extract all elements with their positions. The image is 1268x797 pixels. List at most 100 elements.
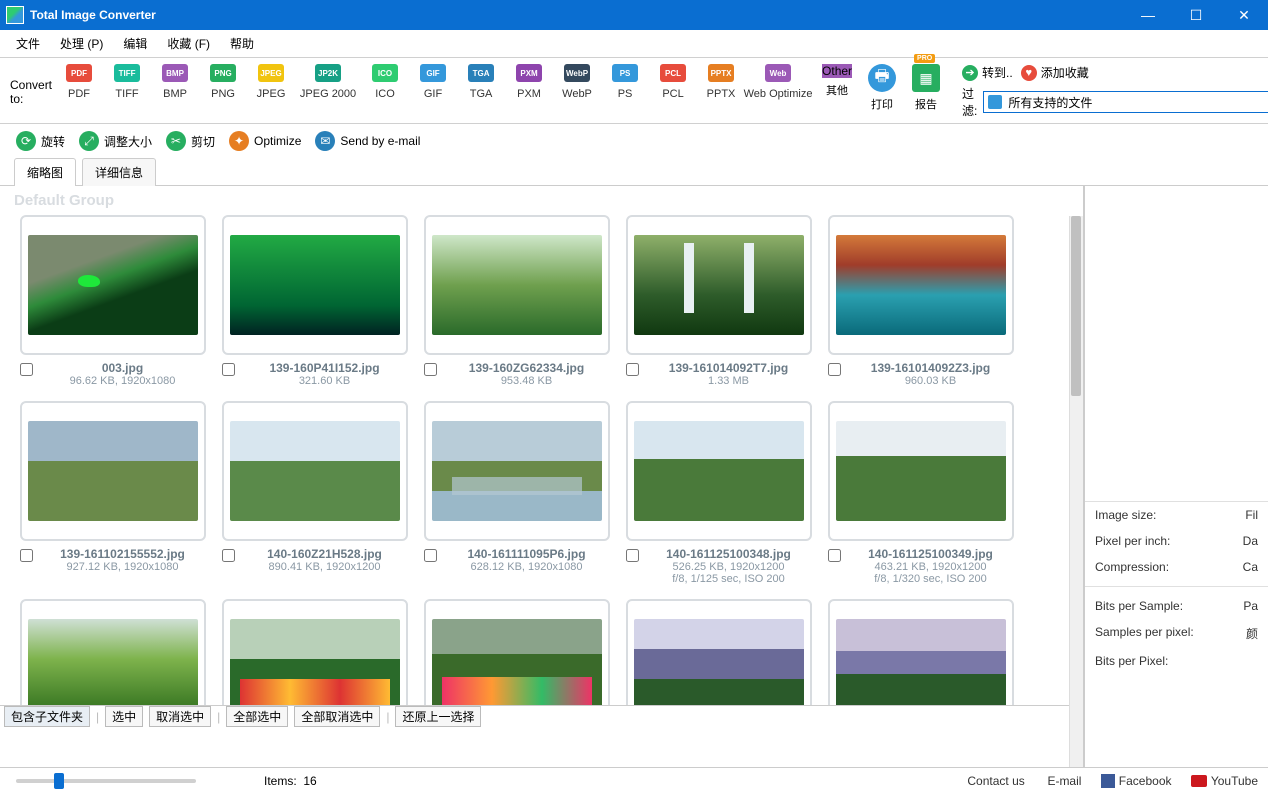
thumbnail-item[interactable]: 140-161125100349.jpg463.21 KB, 1920x1200…: [828, 401, 1014, 585]
format-web-optimize[interactable]: WebWeb Optimize: [750, 64, 806, 100]
thumbnail-item[interactable]: 003.jpg96.62 KB, 1920x1080: [20, 215, 206, 387]
youtube-link[interactable]: YouTube: [1191, 774, 1258, 788]
uncheck-button[interactable]: 取消选中: [149, 706, 211, 727]
thumbnail-item[interactable]: 140-161125100348.jpg526.25 KB, 1920x1200…: [626, 401, 812, 585]
format-badge-icon: PXM: [516, 64, 542, 82]
thumbnail-item[interactable]: 139-161014092Z3.jpg960.03 KB: [828, 215, 1014, 387]
thumbnail-filename: 139-160ZG62334.jpg: [443, 361, 610, 375]
thumbnail-filename: 139-161014092T7.jpg: [645, 361, 812, 375]
thumbnail-checkbox[interactable]: [222, 549, 235, 562]
goto-button[interactable]: ➔转到..: [962, 64, 1013, 81]
thumbnail-item[interactable]: [20, 599, 206, 705]
add-favorite-button[interactable]: ♥添加收藏: [1021, 64, 1089, 81]
send-email-button[interactable]: ✉Send by e-mail: [315, 131, 420, 151]
slider-knob[interactable]: [54, 773, 64, 789]
thumbnail-filename: 139-161014092Z3.jpg: [847, 361, 1014, 375]
filter-dropdown[interactable]: 所有支持的文件 ⌄: [983, 91, 1268, 113]
tab-thumbnails[interactable]: 缩略图: [14, 158, 76, 186]
menu-edit[interactable]: 编辑: [113, 31, 157, 56]
format-pcl[interactable]: PCLPCL: [654, 64, 692, 100]
resize-icon: ⤢: [79, 131, 99, 151]
report-button[interactable]: PRO▦ 报告: [912, 64, 940, 112]
zoom-slider[interactable]: [16, 779, 196, 783]
print-button[interactable]: 🖶 打印: [868, 64, 896, 112]
other-icon: Other: [822, 64, 852, 78]
thumbnail-image: [836, 235, 1006, 335]
thumbnail-meta: 96.62 KB, 1920x1080: [39, 375, 206, 387]
menu-process[interactable]: 处理 (P): [50, 31, 113, 56]
thumbnail-grid: 003.jpg96.62 KB, 1920x1080139-160P41I152…: [0, 215, 1083, 705]
thumbnail-item[interactable]: 139-160P41I152.jpg321.60 KB: [222, 215, 408, 387]
thumbnails-panel: Default Group 003.jpg96.62 KB, 1920x1080…: [0, 186, 1084, 767]
scrollbar[interactable]: [1069, 216, 1083, 767]
thumbnail-meta: 953.48 KB: [443, 375, 610, 387]
format-jpeg-2000[interactable]: JP2KJPEG 2000: [300, 64, 356, 100]
format-webp[interactable]: WebPWebP: [558, 64, 596, 100]
rotate-button[interactable]: ⟳旋转: [16, 131, 65, 151]
close-button[interactable]: ✕: [1220, 0, 1268, 30]
format-gif[interactable]: GIFGIF: [414, 64, 452, 100]
format-pdf[interactable]: PDFPDF: [60, 64, 98, 100]
format-ps[interactable]: PSPS: [606, 64, 644, 100]
thumbnail-checkbox[interactable]: [20, 549, 33, 562]
items-label: Items:: [264, 774, 297, 788]
thumbnail-checkbox[interactable]: [828, 549, 841, 562]
thumbnail-item[interactable]: 140-161111095P6.jpg628.12 KB, 1920x1080: [424, 401, 610, 585]
format-tga[interactable]: TGATGA: [462, 64, 500, 100]
thumbnail-checkbox[interactable]: [626, 363, 639, 376]
format-label: TGA: [470, 88, 493, 100]
thumbnail-checkbox[interactable]: [20, 363, 33, 376]
include-subfolders-toggle[interactable]: 包含子文件夹: [4, 706, 90, 727]
thumbnail-frame: [20, 599, 206, 705]
resize-button[interactable]: ⤢调整大小: [79, 131, 152, 151]
thumbnail-checkbox[interactable]: [424, 549, 437, 562]
rotate-icon: ⟳: [16, 131, 36, 151]
check-button[interactable]: 选中: [105, 706, 143, 727]
format-jpeg[interactable]: JPEGJPEG: [252, 64, 290, 100]
restore-selection-button[interactable]: 还原上一选择: [395, 706, 481, 727]
minimize-button[interactable]: —: [1124, 0, 1172, 30]
email-link[interactable]: E-mail: [1047, 774, 1081, 788]
other-button[interactable]: Other 其他: [822, 64, 852, 98]
uncheck-all-button[interactable]: 全部取消选中: [294, 706, 380, 727]
thumbnail-checkbox[interactable]: [222, 363, 235, 376]
format-png[interactable]: PNGPNG: [204, 64, 242, 100]
format-label: PS: [618, 88, 633, 100]
format-tiff[interactable]: TIFFTIFF: [108, 64, 146, 100]
maximize-button[interactable]: ☐: [1172, 0, 1220, 30]
thumbnail-item[interactable]: [828, 599, 1014, 705]
send-email-label: Send by e-mail: [340, 134, 420, 148]
thumbnail-frame: [828, 401, 1014, 541]
thumbnail-item[interactable]: [424, 599, 610, 705]
contact-link[interactable]: Contact us: [967, 774, 1024, 788]
optimize-button[interactable]: ✦Optimize: [229, 131, 301, 151]
format-pptx[interactable]: PPTXPPTX: [702, 64, 740, 100]
crop-button[interactable]: ✂剪切: [166, 131, 215, 151]
crop-label: 剪切: [191, 133, 215, 150]
thumbnail-checkbox[interactable]: [626, 549, 639, 562]
thumbnail-filename: 140-160Z21H528.jpg: [241, 547, 408, 561]
thumbnail-checkbox[interactable]: [828, 363, 841, 376]
format-toolbar: Convert to: PDFPDFTIFFTIFFBMPBMPPNGPNGJP…: [0, 58, 1268, 124]
thumbnail-item[interactable]: 140-160Z21H528.jpg890.41 KB, 1920x1200: [222, 401, 408, 585]
thumbnail-item[interactable]: 139-160ZG62334.jpg953.48 KB: [424, 215, 610, 387]
format-ico[interactable]: ICOICO: [366, 64, 404, 100]
tab-details[interactable]: 详细信息: [82, 158, 156, 186]
thumbnail-item[interactable]: [626, 599, 812, 705]
thumbnail-item[interactable]: 139-161102155552.jpg927.12 KB, 1920x1080: [20, 401, 206, 585]
thumbnail-meta: 1.33 MB: [645, 375, 812, 387]
thumbnail-checkbox[interactable]: [424, 363, 437, 376]
window-title: Total Image Converter: [30, 8, 156, 22]
check-all-button[interactable]: 全部选中: [226, 706, 288, 727]
format-badge-icon: TIFF: [114, 64, 140, 82]
thumbnail-item[interactable]: [222, 599, 408, 705]
facebook-link[interactable]: Facebook: [1101, 774, 1172, 788]
menu-favorites[interactable]: 收藏 (F): [157, 31, 220, 56]
menu-help[interactable]: 帮助: [220, 31, 264, 56]
menu-file[interactable]: 文件: [6, 31, 50, 56]
action-toolbar: ⟳旋转 ⤢调整大小 ✂剪切 ✦Optimize ✉Send by e-mail: [0, 124, 1268, 158]
scrollbar-thumb[interactable]: [1071, 216, 1081, 396]
thumbnail-item[interactable]: 139-161014092T7.jpg1.33 MB: [626, 215, 812, 387]
format-bmp[interactable]: BMPBMP: [156, 64, 194, 100]
format-pxm[interactable]: PXMPXM: [510, 64, 548, 100]
